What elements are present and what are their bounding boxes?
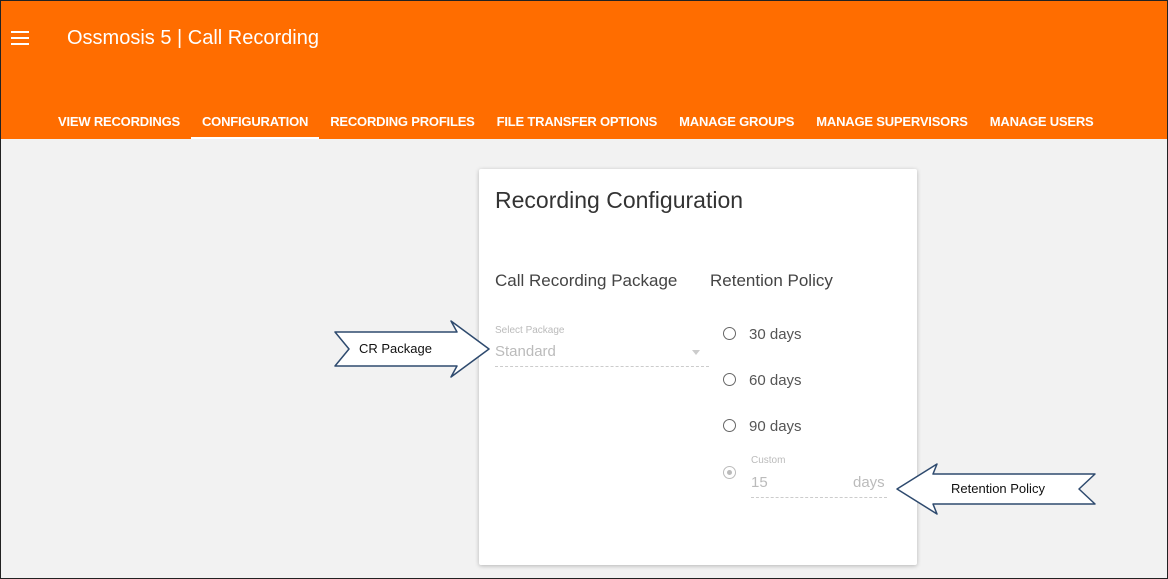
tab-configuration[interactable]: CONFIGURATION bbox=[190, 105, 320, 139]
radio-label: 30 days bbox=[749, 326, 802, 343]
chevron-down-icon[interactable] bbox=[692, 350, 700, 355]
radio-button-icon[interactable] bbox=[723, 373, 736, 386]
select-package-dropdown[interactable]: Standard bbox=[495, 343, 556, 360]
custom-label: Custom bbox=[751, 455, 786, 466]
app-title: Ossmosis 5 | Call Recording bbox=[67, 27, 319, 49]
retention-heading: Retention Policy bbox=[710, 271, 833, 290]
select-underline bbox=[495, 366, 709, 367]
retention-policy-callout-text: Retention Policy bbox=[951, 481, 1045, 496]
tab-manage-users[interactable]: MANAGE USERS bbox=[979, 105, 1105, 139]
radio-label: 60 days bbox=[749, 372, 802, 389]
radio-label: 90 days bbox=[749, 418, 802, 435]
tab-bar: VIEW RECORDINGS CONFIGURATION RECORDING … bbox=[47, 105, 1105, 139]
hamburger-menu-icon[interactable] bbox=[11, 31, 29, 45]
tab-manage-supervisors[interactable]: MANAGE SUPERVISORS bbox=[805, 105, 978, 139]
tab-file-transfer-options[interactable]: FILE TRANSFER OPTIONS bbox=[486, 105, 668, 139]
select-package-label: Select Package bbox=[495, 325, 565, 336]
package-heading: Call Recording Package bbox=[495, 271, 678, 290]
radio-button-icon[interactable] bbox=[723, 419, 736, 432]
custom-input-underline bbox=[751, 497, 887, 498]
tab-view-recordings[interactable]: VIEW RECORDINGS bbox=[47, 105, 191, 139]
tab-manage-groups[interactable]: MANAGE GROUPS bbox=[668, 105, 805, 139]
card-title: Recording Configuration bbox=[495, 187, 744, 213]
custom-days-input[interactable]: 15 bbox=[751, 474, 768, 491]
app-bar: Ossmosis 5 | Call Recording VIEW RECORDI… bbox=[1, 1, 1167, 139]
tab-recording-profiles[interactable]: RECORDING PROFILES bbox=[319, 105, 485, 139]
radio-button-selected-icon[interactable] bbox=[723, 466, 736, 479]
radio-button-icon[interactable] bbox=[723, 327, 736, 340]
custom-days-unit: days bbox=[853, 474, 885, 491]
cr-package-callout-text: CR Package bbox=[359, 341, 432, 356]
recording-configuration-card: Recording Configuration Call Recording P… bbox=[479, 169, 917, 565]
cr-package-callout: CR Package bbox=[333, 319, 493, 379]
retention-policy-callout: Retention Policy bbox=[893, 461, 1099, 517]
